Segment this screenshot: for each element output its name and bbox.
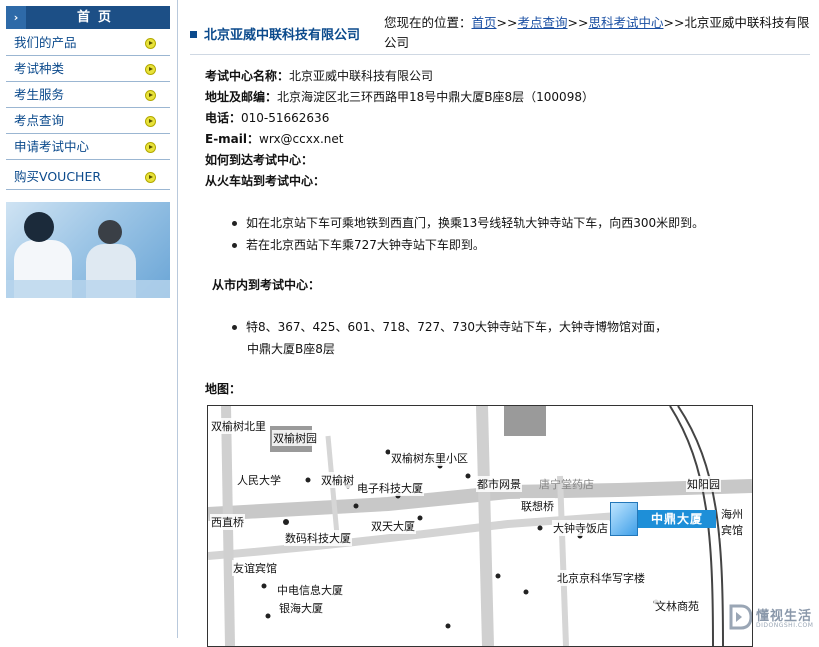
location-map[interactable]: 双榆树北里 双榆树园 双榆树东里小区 人民大学 双榆树 电子科技大厦 都市网景 … [207, 405, 753, 647]
breadcrumb-link-center-search[interactable]: 考点查询 [517, 15, 567, 30]
chevron-right-icon: › [6, 6, 26, 29]
destination-marker[interactable]: 中鼎大厦 [610, 502, 718, 536]
header-divider [190, 54, 810, 55]
map-label-item: 双榆树 [320, 472, 355, 488]
list-item: 若在北京西站下车乘727大钟寺站下车即到。 [232, 234, 704, 256]
email-row: E-mail：wrx@ccxx.net [205, 129, 594, 150]
arrow-bullet-icon [145, 90, 156, 101]
map-label-item: 双榆树北里 [210, 418, 267, 434]
map-label-item: 双天大厦 [370, 518, 416, 534]
map-label-item: 人民大学 [236, 472, 282, 488]
sidebar-item-label[interactable]: 考点查询 [14, 108, 64, 133]
from-station-title: 从火车站到考试中心： [205, 174, 326, 188]
building-icon [610, 502, 638, 536]
email-label: E-mail： [205, 132, 260, 146]
map-label: 地图： [205, 382, 242, 396]
list-item: 特8、367、425、601、718、727、730大钟寺站下车，大钟寺博物馆对… [232, 316, 667, 338]
destination-label: 中鼎大厦 [638, 510, 716, 528]
map-label-item: 知阳园 [686, 476, 721, 492]
center-details: 考试中心名称：北京亚威中联科技有限公司 地址及邮编：北京海淀区北三环西路甲18号… [205, 66, 594, 192]
page-title: 北京亚威中联科技有限公司 [190, 24, 360, 43]
from-city-list: 特8、367、425、601、718、727、730大钟寺站下车，大钟寺博物馆对… [232, 316, 667, 338]
address-value: 北京海淀区北三环西路甲18号中鼎大厦B座8层（100098） [277, 90, 594, 104]
sidebar-item-center-search[interactable]: 考点查询 [6, 108, 170, 134]
address-label: 地址及邮编： [205, 90, 278, 104]
phone-label: 电话： [205, 111, 242, 125]
breadcrumb-prefix: 您现在的位置： [384, 15, 472, 30]
sidebar-item-candidate-services[interactable]: 考生服务 [6, 82, 170, 108]
map-label-item: 宾馆 [720, 522, 744, 538]
sidebar-item-label[interactable]: 我们的产品 [14, 30, 77, 55]
breadcrumb-separator: >> [496, 15, 518, 30]
center-name-value: 北京亚威中联科技有限公司 [289, 69, 434, 83]
breadcrumb-separator: >> [663, 15, 685, 30]
square-bullet-icon [190, 31, 197, 38]
howto-title: 如何到达考试中心： [205, 153, 314, 167]
breadcrumb-link-cisco-center[interactable]: 思科考试中心 [588, 15, 663, 30]
sidebar-item-label[interactable]: 考试种类 [14, 56, 64, 81]
map-label-item: 大钟寺饭店 [552, 520, 609, 536]
email-value: wrx@ccxx.net [259, 132, 344, 146]
arrow-bullet-icon [145, 64, 156, 75]
from-city-title: 从市内到考试中心： [212, 278, 321, 292]
phone-value: 010-51662636 [241, 111, 330, 125]
sidebar-item-products[interactable]: 我们的产品 [6, 30, 170, 56]
arrow-bullet-icon [145, 116, 156, 127]
map-label-item: 北京京科华写字楼 [556, 570, 646, 586]
map-label-item: 双榆树东里小区 [390, 450, 469, 466]
map-label-item: 都市网景 [476, 476, 522, 492]
map-label-item: 双榆树园 [272, 430, 318, 446]
list-item-continuation: 中鼎大厦B座8层 [247, 342, 335, 356]
column-divider [177, 0, 178, 638]
sidebar-home-header[interactable]: › 首页 [6, 6, 170, 29]
map-label-item: 联想桥 [520, 498, 555, 514]
sidebar-banner-image [6, 202, 170, 298]
map-label-item: 唐宁堂药店 [539, 478, 594, 491]
map-label-item: 文林商苑 [654, 598, 700, 614]
sidebar-item-exam-types[interactable]: 考试种类 [6, 56, 170, 82]
map-label-item: 海州 [720, 506, 744, 522]
address-row: 地址及邮编：北京海淀区北三环西路甲18号中鼎大厦B座8层（100098） [205, 87, 594, 108]
sidebar-item-label[interactable]: 申请考试中心 [14, 134, 89, 159]
list-item: 如在北京站下车可乘地铁到西直门，换乘13号线轻轨大钟寺站下车，向西300米即到。 [232, 212, 704, 234]
center-name-row: 考试中心名称：北京亚威中联科技有限公司 [205, 66, 594, 87]
map-label-item: 中电信息大厦 [276, 582, 344, 598]
map-label-item: 电子科技大厦 [356, 480, 424, 496]
breadcrumb-link-home[interactable]: 首页 [472, 15, 497, 30]
map-label-item: 友谊宾馆 [232, 560, 278, 576]
sidebar-item-apply-center[interactable]: 申请考试中心 [6, 134, 170, 160]
sidebar-item-buy-voucher[interactable]: 购买VOUCHER [6, 164, 170, 190]
watermark-logo-icon [729, 604, 752, 630]
from-station-list: 如在北京站下车可乘地铁到西直门，换乘13号线轻轨大钟寺站下车，向西300米即到。… [232, 212, 704, 256]
sidebar-item-label[interactable]: 考生服务 [14, 82, 64, 107]
map-label-item: 银海大厦 [278, 600, 324, 616]
arrow-bullet-icon [145, 38, 156, 49]
center-name-label: 考试中心名称： [205, 69, 290, 83]
arrow-bullet-icon [145, 142, 156, 153]
sidebar: › 首页 我们的产品 考试种类 考生服务 考点查询 申请考试中心 购买VOUCH… [0, 0, 176, 638]
sidebar-item-label[interactable]: 购买VOUCHER [14, 164, 101, 189]
breadcrumb-separator: >> [567, 15, 589, 30]
breadcrumb: 您现在的位置：首页>>考点查询>>思科考试中心>>北京亚威中联科技有限公司 [384, 13, 810, 53]
sidebar-home-label[interactable]: 首页 [26, 6, 170, 29]
watermark-subtext: DIDONGSHI.COM [756, 622, 814, 629]
arrow-bullet-icon [145, 172, 156, 183]
phone-row: 电话：010-51662636 [205, 108, 594, 129]
map-label-item: 数码科技大厦 [284, 530, 352, 546]
map-label-item: 西直桥 [210, 514, 245, 530]
watermark: 懂视生活 DIDONGSHI.COM [724, 602, 819, 636]
page-title-text: 北京亚威中联科技有限公司 [204, 28, 361, 43]
